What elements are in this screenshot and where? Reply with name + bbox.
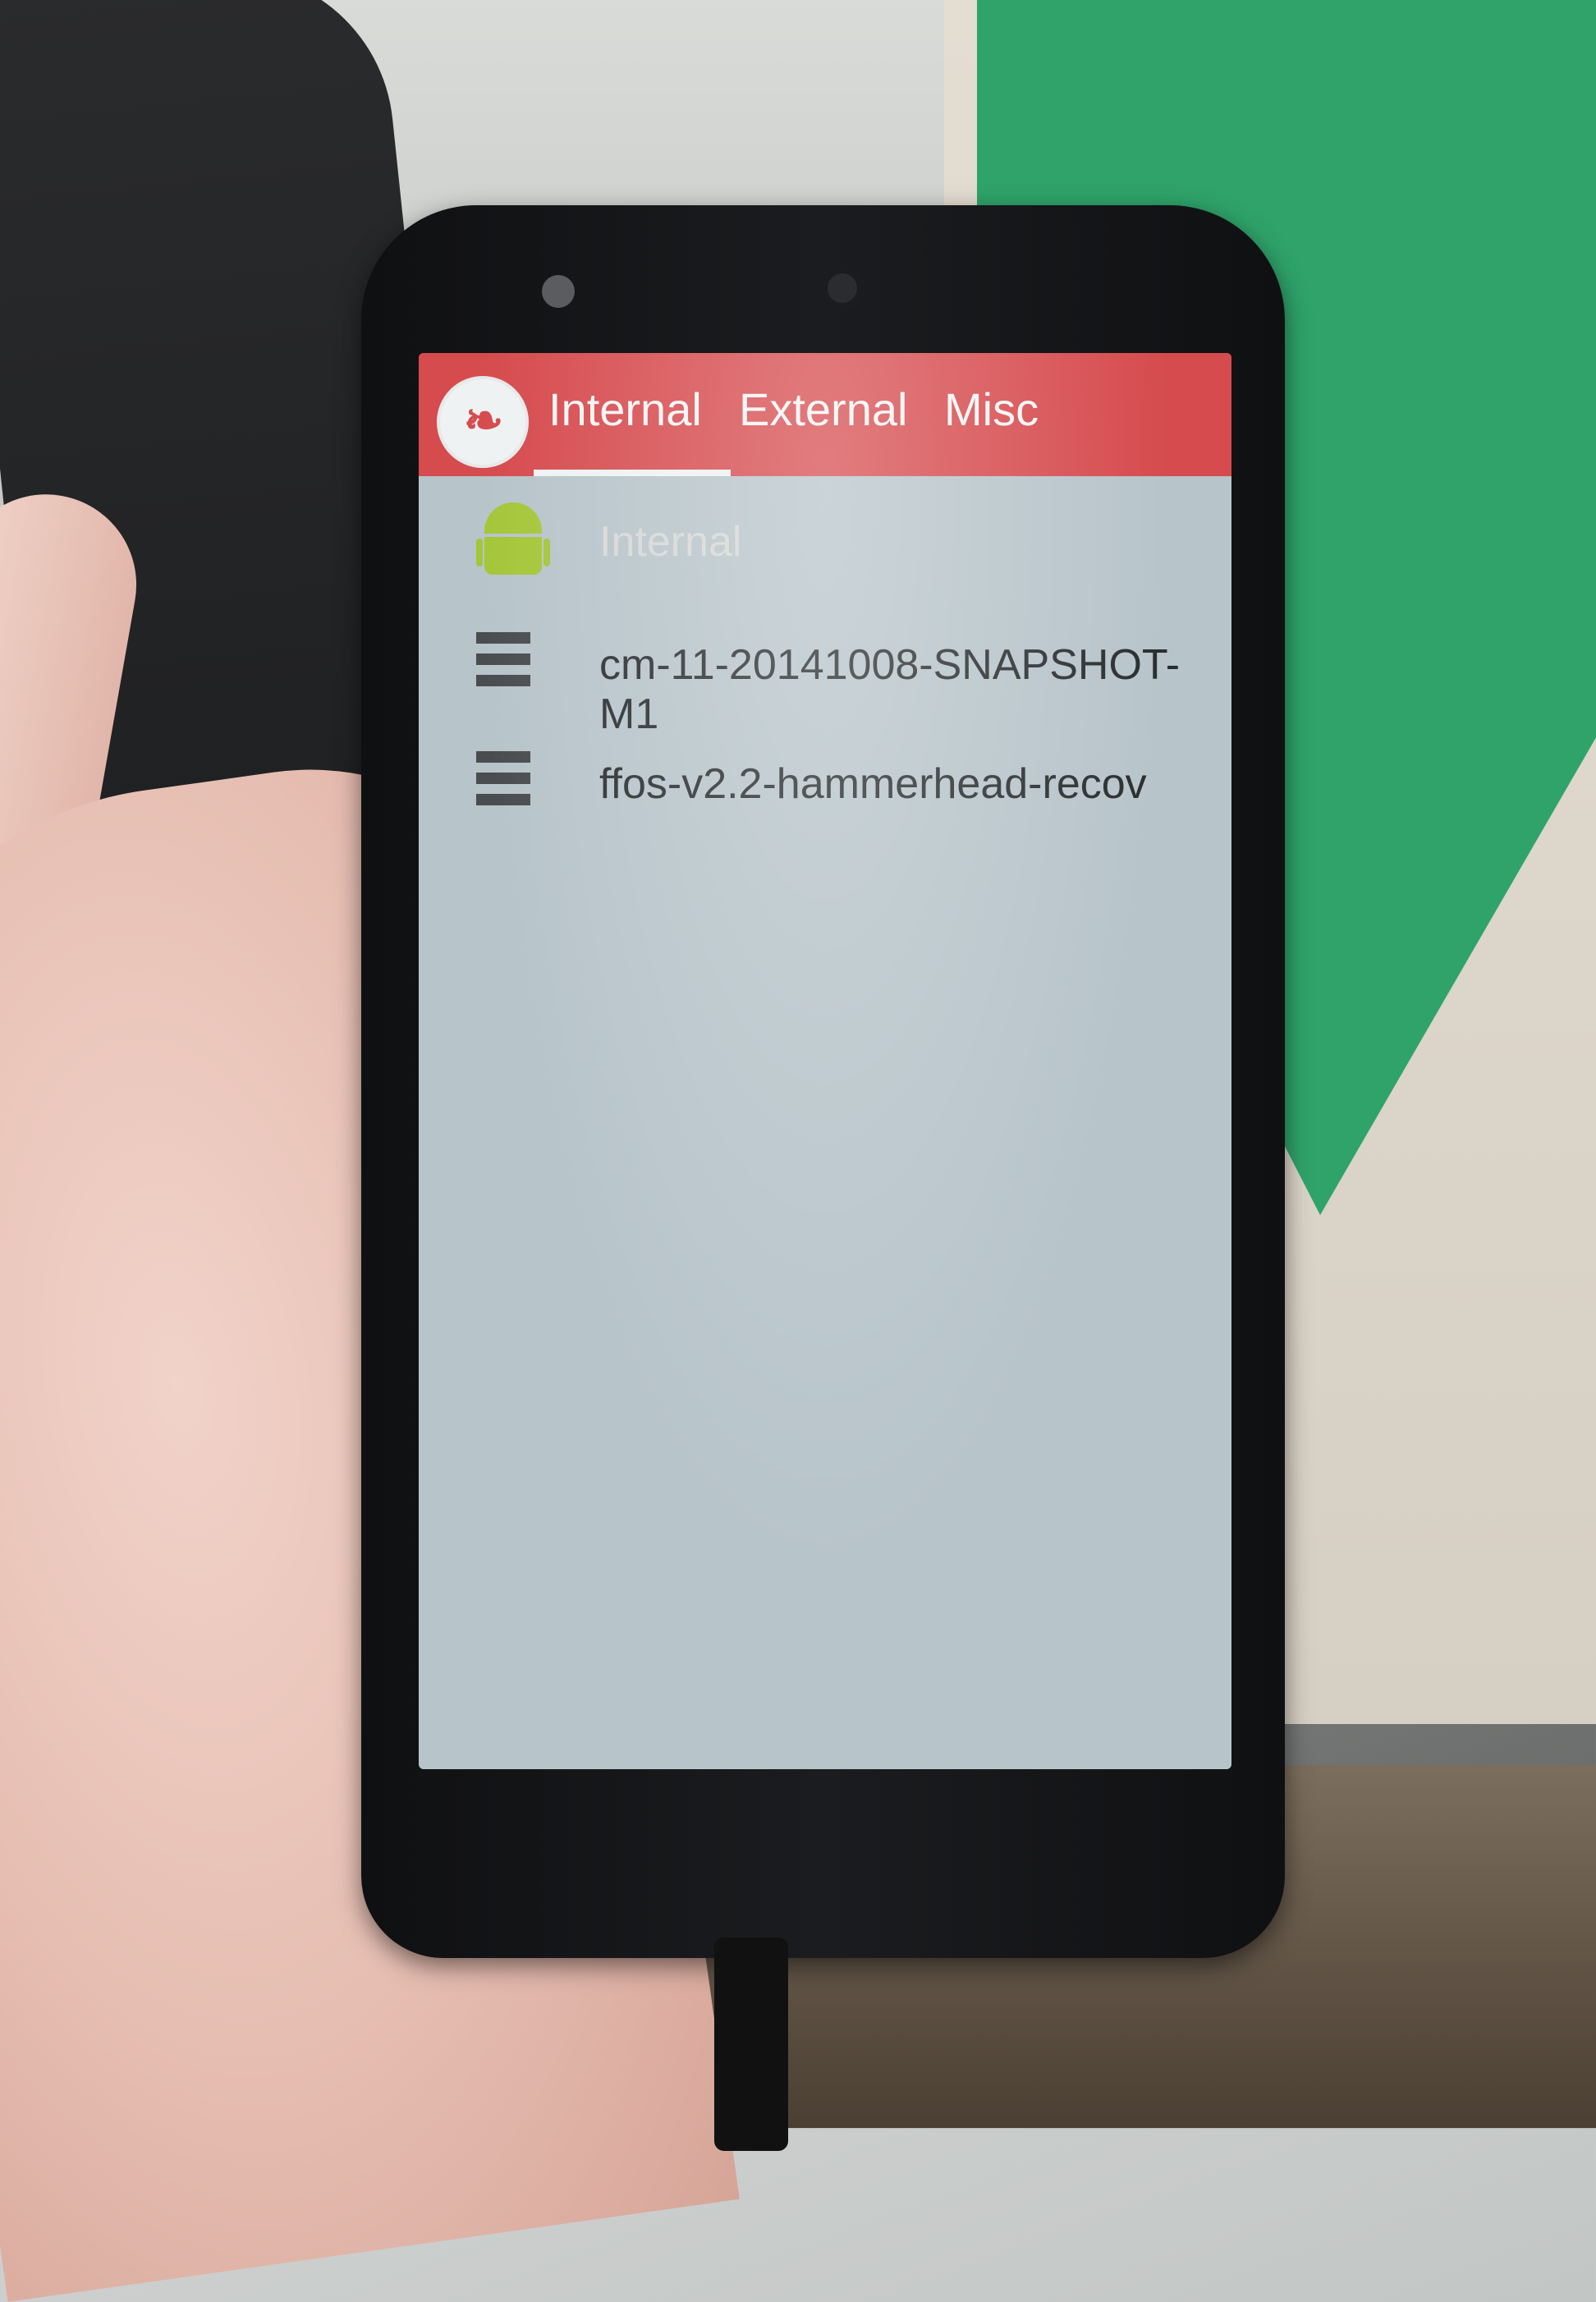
tab-misc[interactable]: Misc xyxy=(944,383,1039,436)
phone: ❧ Internal External Misc Internal cm-11-… xyxy=(361,205,1285,1958)
tab-indicator xyxy=(534,470,731,476)
hydra-logo-icon: ❧ xyxy=(463,394,504,447)
file-icon xyxy=(476,632,530,690)
list-item-label: ffos-v2.2-hammerhead-recov xyxy=(599,760,1147,808)
tab-internal[interactable]: Internal xyxy=(548,383,702,436)
file-list: Internal cm-11-20141008-SNAPSHOT-M1 ffos… xyxy=(419,476,1231,1769)
app-logo-icon[interactable]: ❧ xyxy=(437,376,529,468)
list-item-internal[interactable]: Internal xyxy=(419,484,1231,599)
list-item-ffos[interactable]: ffos-v2.2-hammerhead-recov xyxy=(419,727,1231,841)
app-bar: ❧ Internal External Misc xyxy=(419,353,1231,476)
android-icon xyxy=(476,502,550,585)
list-item-label: cm-11-20141008-SNAPSHOT-M1 xyxy=(599,641,1181,738)
front-camera xyxy=(821,267,864,310)
file-icon xyxy=(476,751,530,809)
phone-screen: ❧ Internal External Misc Internal cm-11-… xyxy=(419,353,1231,1769)
tab-external[interactable]: External xyxy=(739,383,907,436)
proximity-sensor xyxy=(542,275,575,308)
list-item-label: Internal xyxy=(599,518,742,566)
usb-cable xyxy=(714,1937,788,2151)
list-item-cm11[interactable]: cm-11-20141008-SNAPSHOT-M1 xyxy=(419,608,1231,738)
